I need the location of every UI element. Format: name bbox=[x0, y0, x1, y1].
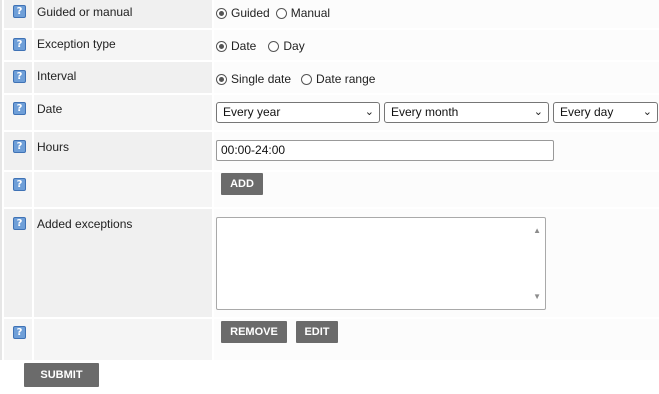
radio-date-range[interactable]: Date range bbox=[301, 72, 375, 86]
help-icon[interactable]: ? bbox=[13, 217, 26, 230]
exception-type-radios: Date Day bbox=[216, 39, 315, 53]
month-select[interactable]: Every month ⌄ bbox=[384, 102, 549, 123]
interval-radios: Single date Date range bbox=[216, 72, 385, 86]
guided-or-manual-label: Guided or manual bbox=[37, 5, 133, 19]
help-icon[interactable]: ? bbox=[13, 38, 26, 51]
chevron-down-icon: ⌄ bbox=[533, 106, 543, 118]
submit-button[interactable]: SUBMIT bbox=[24, 363, 99, 387]
help-icon[interactable]: ? bbox=[13, 140, 26, 153]
chevron-down-icon: ⌄ bbox=[364, 106, 374, 118]
row-added-exceptions: ? Added exceptions ▲ ▼ bbox=[4, 209, 659, 317]
scroll-up-icon[interactable]: ▲ bbox=[533, 226, 541, 235]
added-exceptions-list[interactable]: ▲ ▼ bbox=[216, 217, 546, 310]
radio-guided[interactable]: Guided bbox=[216, 6, 270, 20]
hours-input[interactable]: 00:00-24:00 bbox=[216, 140, 554, 161]
help-icon[interactable]: ? bbox=[13, 70, 26, 83]
chevron-down-icon: ⌄ bbox=[642, 106, 652, 118]
radio-day[interactable]: Day bbox=[268, 39, 305, 53]
add-button[interactable]: ADD bbox=[221, 173, 263, 195]
row-exception-type: ? Exception type Date Day bbox=[4, 30, 659, 60]
row-interval: ? Interval Single date Date range bbox=[4, 62, 659, 93]
row-guided-or-manual: ? Guided or manual Guided Manual bbox=[4, 0, 659, 28]
year-select[interactable]: Every year ⌄ bbox=[216, 102, 380, 123]
remove-button[interactable]: REMOVE bbox=[221, 321, 287, 343]
row-actions: ? REMOVE EDIT bbox=[4, 319, 659, 360]
added-exceptions-label: Added exceptions bbox=[37, 217, 133, 231]
help-icon[interactable]: ? bbox=[13, 102, 26, 115]
interval-label: Interval bbox=[37, 69, 77, 83]
help-icon[interactable]: ? bbox=[13, 326, 26, 339]
row-hours: ? Hours 00:00-24:00 bbox=[4, 132, 659, 170]
hours-label: Hours bbox=[37, 140, 70, 154]
day-select[interactable]: Every day ⌄ bbox=[553, 102, 658, 123]
scroll-down-icon[interactable]: ▼ bbox=[533, 292, 541, 301]
exception-type-label: Exception type bbox=[37, 37, 116, 51]
row-date: ? Date Every year ⌄ Every month ⌄ Every da… bbox=[4, 95, 659, 130]
guided-or-manual-radios: Guided Manual bbox=[216, 6, 340, 20]
radio-date[interactable]: Date bbox=[216, 39, 256, 53]
date-label: Date bbox=[37, 102, 63, 116]
edit-button[interactable]: EDIT bbox=[296, 321, 338, 343]
radio-manual[interactable]: Manual bbox=[275, 6, 330, 20]
row-add: ? ADD bbox=[4, 172, 659, 207]
radio-single-date[interactable]: Single date bbox=[216, 72, 291, 86]
exception-form: ? Guided or manual Guided Manual ? Excep… bbox=[0, 0, 659, 360]
help-icon[interactable]: ? bbox=[13, 5, 26, 18]
help-icon[interactable]: ? bbox=[13, 178, 26, 191]
